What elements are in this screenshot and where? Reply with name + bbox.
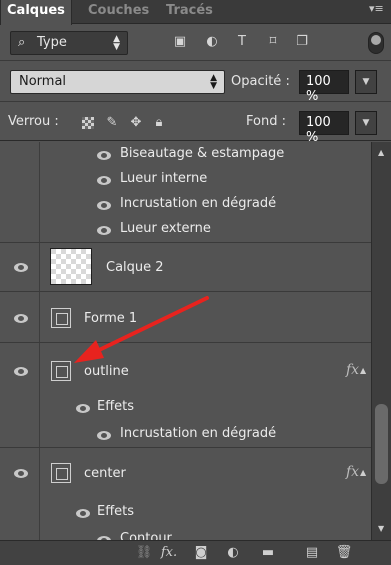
- filter-type-dropdown[interactable]: ⌕ Type ▲ ▼: [10, 31, 128, 55]
- adjustment-icon[interactable]: ◐: [224, 545, 242, 561]
- tab-traces[interactable]: Tracés: [160, 0, 219, 24]
- layers-list: Biseautage & estampage Lueur interne Inc…: [0, 142, 371, 540]
- eye-icon[interactable]: [14, 367, 28, 376]
- tab-calques[interactable]: Calques: [0, 0, 72, 25]
- fill-field[interactable]: 100 %: [299, 111, 349, 145]
- lock-label: Verrou :: [8, 114, 59, 129]
- effect-label: Biseautage & estampage: [120, 146, 285, 161]
- effect-label: Contour: [120, 531, 172, 540]
- scrollbar-thumb[interactable]: [375, 404, 388, 484]
- lock-all-icon[interactable]: 🔒︎: [151, 115, 167, 131]
- scroll-up-icon[interactable]: ▲: [378, 148, 384, 157]
- eye-icon[interactable]: [97, 201, 111, 210]
- fill-dropdown-button[interactable]: ▼: [355, 111, 377, 135]
- eye-icon[interactable]: [97, 431, 111, 440]
- filter-row: ⌕ Type ▲ ▼ ▣ ◐ T ⌑ ❐: [0, 25, 391, 61]
- effect-label: Lueur externe: [120, 221, 211, 236]
- lock-brush-icon[interactable]: ✎: [104, 115, 120, 131]
- adjustment-filter-icon[interactable]: ◐: [204, 34, 220, 50]
- scroll-down-icon[interactable]: ▼: [378, 524, 384, 533]
- filter-toggle[interactable]: [368, 32, 384, 54]
- layer-name[interactable]: center: [84, 466, 126, 481]
- shape-layer-icon: [51, 361, 71, 381]
- layers-bottom-toolbar: ⛓︎ fx. ◙ ◐ ▬ ▤ 🗑︎: [0, 540, 391, 565]
- blend-mode-dropdown[interactable]: Normal ▲ ▼: [10, 70, 225, 94]
- expand-effects-arrow-icon[interactable]: ▲: [360, 366, 366, 375]
- layer-name[interactable]: Forme 1: [84, 311, 137, 326]
- eye-icon[interactable]: [97, 151, 111, 160]
- layers-scrollbar[interactable]: ▲ ▼: [371, 142, 391, 540]
- smart-object-filter-icon[interactable]: ❐: [294, 34, 310, 50]
- lock-row: Verrou : ✎ ✥ 🔒︎ Fond : 100 % ▼: [0, 103, 391, 145]
- effects-label: Effets: [97, 504, 135, 519]
- panel-menu-icon[interactable]: ▾≡: [369, 2, 384, 15]
- eye-icon[interactable]: [14, 314, 28, 323]
- opacity-label: Opacité :: [231, 74, 290, 89]
- dropdown-arrows-icon: ▲ ▼: [210, 73, 217, 91]
- effect-label: Incrustation en dégradé: [120, 426, 277, 441]
- expand-effects-arrow-icon[interactable]: ▲: [360, 468, 366, 477]
- layer-name[interactable]: outline: [84, 364, 129, 379]
- type-filter-icon[interactable]: T: [234, 34, 250, 50]
- eye-icon[interactable]: [76, 509, 90, 518]
- effect-label: Incrustation en dégradé: [120, 196, 277, 211]
- eye-icon[interactable]: [14, 263, 28, 272]
- mask-icon[interactable]: ◙: [192, 545, 210, 561]
- eye-icon[interactable]: [14, 469, 28, 478]
- shape-layer-icon: [51, 308, 71, 328]
- effect-label: Lueur interne: [120, 171, 208, 186]
- image-filter-icon[interactable]: ▣: [172, 34, 188, 50]
- fx-icon[interactable]: fx: [346, 362, 359, 378]
- fx-icon[interactable]: fx: [346, 464, 359, 480]
- opacity-dropdown-button[interactable]: ▼: [355, 70, 377, 94]
- filter-type-label: Type: [37, 35, 67, 50]
- eye-icon[interactable]: [76, 404, 90, 413]
- panel-tab-bar: Calques Couches Tracés ▾≡: [0, 0, 391, 25]
- fill-label: Fond :: [246, 114, 286, 129]
- eye-icon[interactable]: [97, 226, 111, 235]
- search-icon: ⌕: [18, 35, 26, 50]
- link-icon[interactable]: ⛓︎: [135, 545, 153, 561]
- lock-move-icon[interactable]: ✥: [128, 115, 144, 131]
- fx-icon[interactable]: fx.: [160, 545, 178, 561]
- new-layer-icon[interactable]: ▤: [303, 545, 321, 561]
- shape-filter-icon[interactable]: ⌑: [265, 34, 281, 50]
- layer-name[interactable]: Calque 2: [106, 260, 164, 275]
- opacity-field[interactable]: 100 %: [299, 70, 349, 104]
- effects-label: Effets: [97, 399, 135, 414]
- trash-icon[interactable]: 🗑︎: [335, 545, 353, 561]
- lock-transparency-icon[interactable]: [82, 117, 94, 129]
- shape-layer-icon: [51, 463, 71, 483]
- group-folder-icon[interactable]: ▬: [259, 545, 277, 561]
- tab-couches[interactable]: Couches: [82, 0, 155, 24]
- blend-row: Normal ▲ ▼ Opacité : 100 % ▼: [0, 62, 391, 104]
- eye-icon[interactable]: [97, 176, 111, 185]
- dropdown-arrows-icon: ▲ ▼: [113, 34, 120, 52]
- blend-mode-label: Normal: [19, 74, 67, 89]
- visibility-gutter: [0, 142, 40, 242]
- layer-thumbnail[interactable]: [50, 248, 92, 285]
